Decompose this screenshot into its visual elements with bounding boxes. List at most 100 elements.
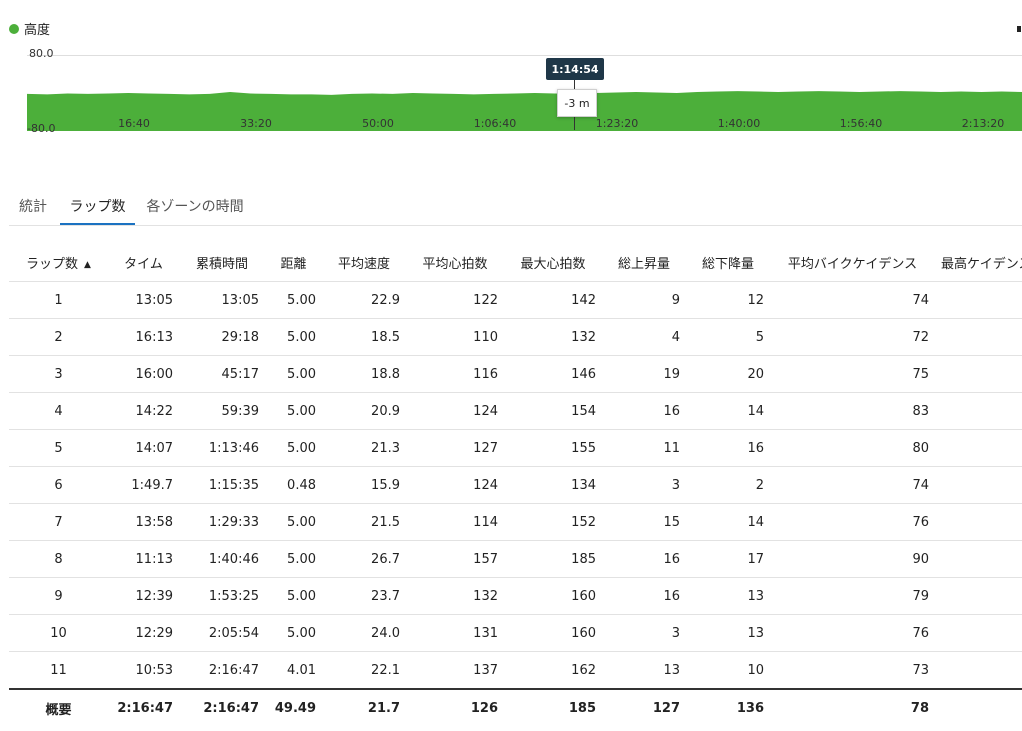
tab-zones[interactable]: 各ゾーンの時間 [143,188,247,224]
cell-cumulative-time: 45:17 [179,355,265,393]
cell-time: 10:53 [108,651,179,689]
cell-total-ascent: 13 [602,651,686,689]
cell-max-cadence [935,503,1022,541]
cell-cumulative-time: 1:29:33 [179,503,265,541]
cell-total-descent: 20 [686,355,770,393]
cell-max-cadence [935,688,1022,726]
cell-avg-speed: 24.0 [322,614,406,652]
sort-ascending-icon[interactable]: ▲ [84,260,91,270]
cell-time: 11:13 [108,540,179,578]
cell-lap: 概要 [9,688,108,726]
cell-total-ascent: 3 [602,614,686,652]
cell-time: 2:16:47 [108,688,179,726]
hover-time-tooltip: 1:14:54 [546,58,604,80]
table-row[interactable]: 11 10:53 2:16:47 4.01 22.1 137 162 13 10 73 [9,651,1022,689]
column-header-avg-hr[interactable]: 平均心拍数 [406,244,504,282]
cell-cumulative-time: 13:05 [179,281,265,319]
column-header-max-hr[interactable]: 最大心拍数 [504,244,602,282]
cell-cumulative-time: 1:13:46 [179,429,265,467]
cell-avg-hr: 127 [406,429,504,467]
cell-avg-hr: 124 [406,392,504,430]
table-row[interactable]: 3 16:00 45:17 5.00 18.8 116 146 19 20 75 [9,355,1022,393]
tab-stats[interactable]: 統計 [9,188,57,224]
cell-time: 1:49.7 [108,466,179,504]
cell-time: 16:13 [108,318,179,356]
cell-distance: 5.00 [265,355,322,393]
cell-total-ascent: 16 [602,392,686,430]
table-row[interactable]: 4 14:22 59:39 5.00 20.9 124 154 16 14 83 [9,392,1022,430]
table-summary-row[interactable]: 概要 2:16:47 2:16:47 49.49 21.7 126 185 127 136 78 [9,688,1022,726]
cell-avg-bike-cadence: 75 [770,355,935,393]
cell-avg-speed: 21.5 [322,503,406,541]
cell-avg-hr: 122 [406,281,504,319]
y-axis-bottom-label: -80.0 [27,122,56,135]
tab-bar: 統計 ラップ数 各ゾーンの時間 [9,188,1022,226]
table-row[interactable]: 9 12:39 1:53:25 5.00 23.7 132 160 16 13 79 [9,577,1022,615]
cell-lap: 10 [9,614,108,652]
cell-avg-hr: 114 [406,503,504,541]
column-header-cumulative-time[interactable]: 累積時間 [179,244,265,282]
cell-avg-speed: 20.9 [322,392,406,430]
cell-total-descent: 136 [686,688,770,726]
cell-max-hr: 154 [504,392,602,430]
cell-max-cadence [935,429,1022,467]
resize-icon[interactable] [1017,26,1021,32]
table-row[interactable]: 6 1:49.7 1:15:35 0.48 15.9 124 134 3 2 74 [9,466,1022,504]
cell-distance: 5.00 [265,429,322,467]
cell-avg-speed: 22.1 [322,651,406,689]
cell-cumulative-time: 1:40:46 [179,540,265,578]
table-row[interactable]: 1 13:05 13:05 5.00 22.9 122 142 9 12 74 [9,281,1022,319]
table-row[interactable]: 8 11:13 1:40:46 5.00 26.7 157 185 16 17 90 [9,540,1022,578]
table-row[interactable]: 2 16:13 29:18 5.00 18.5 110 132 4 5 72 [9,318,1022,356]
cell-lap: 2 [9,318,108,356]
table-row[interactable]: 10 12:29 2:05:54 5.00 24.0 131 160 3 13 76 [9,614,1022,652]
cell-max-hr: 132 [504,318,602,356]
legend-label: 高度 [24,23,51,38]
cell-avg-hr: 132 [406,577,504,615]
cell-total-ascent: 3 [602,466,686,504]
x-tick-label: 2:13:20 [961,117,1005,130]
table-row[interactable]: 7 13:58 1:29:33 5.00 21.5 114 152 15 14 76 [9,503,1022,541]
cell-avg-bike-cadence: 76 [770,503,935,541]
x-tick-label: 16:40 [118,117,150,130]
cell-avg-bike-cadence: 79 [770,577,935,615]
cell-cumulative-time: 29:18 [179,318,265,356]
cell-distance: 5.00 [265,281,322,319]
cell-total-ascent: 19 [602,355,686,393]
elevation-chart[interactable]: 高度 80.0 -80.0 16:40 33:20 50:00 1:06:40 … [0,0,1022,150]
cell-distance: 5.00 [265,540,322,578]
cell-distance: 0.48 [265,466,322,504]
cell-avg-hr: 126 [406,688,504,726]
cell-cumulative-time: 1:53:25 [179,577,265,615]
column-header-distance[interactable]: 距離 [265,244,322,282]
cell-avg-speed: 23.7 [322,577,406,615]
cell-max-hr: 146 [504,355,602,393]
column-header-avg-speed[interactable]: 平均速度 [322,244,406,282]
laps-table-container[interactable]: ラップ数 ▲ タイム 累積時間 距離 平均速度 平均心拍数 最大心拍数 総上昇量 … [9,244,1022,726]
column-header-total-ascent[interactable]: 総上昇量 [602,244,686,282]
x-tick-label: 33:20 [240,117,272,130]
cell-lap: 4 [9,392,108,430]
cell-avg-hr: 124 [406,466,504,504]
table-row[interactable]: 5 14:07 1:13:46 5.00 21.3 127 155 11 16 80 [9,429,1022,467]
cell-max-cadence [935,651,1022,689]
cell-avg-bike-cadence: 83 [770,392,935,430]
column-header-avg-bike-cadence[interactable]: 平均バイクケイデンス [770,244,935,282]
column-header-max-cadence[interactable]: 最高ケイデンス [935,244,1022,282]
cell-max-hr: 152 [504,503,602,541]
cell-avg-bike-cadence: 72 [770,318,935,356]
legend-dot-icon [9,23,19,34]
column-header-time[interactable]: タイム [108,244,179,282]
cell-lap: 9 [9,577,108,615]
tab-laps[interactable]: ラップ数 [60,188,135,225]
cell-distance: 5.00 [265,614,322,652]
chart-legend[interactable]: 高度 [9,19,50,38]
cell-total-descent: 2 [686,466,770,504]
cell-avg-speed: 21.3 [322,429,406,467]
cell-max-cadence [935,318,1022,356]
cell-max-hr: 160 [504,577,602,615]
cell-lap: 5 [9,429,108,467]
table-header-row: ラップ数 ▲ タイム 累積時間 距離 平均速度 平均心拍数 最大心拍数 総上昇量 … [9,244,1022,282]
column-header-lap[interactable]: ラップ数 ▲ [9,244,108,282]
column-header-total-descent[interactable]: 総下降量 [686,244,770,282]
